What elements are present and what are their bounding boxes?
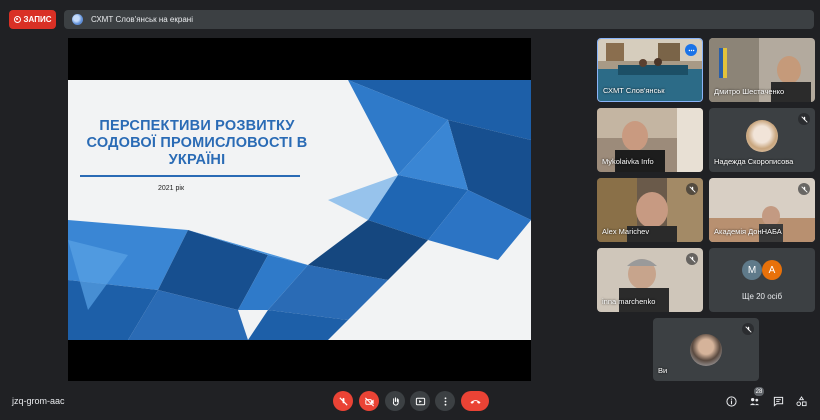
participant-tile[interactable]: inna marchenko bbox=[597, 248, 703, 312]
presenting-bar[interactable]: СХМТ Слов'янськ на екрані bbox=[64, 10, 814, 29]
participant-tile[interactable]: Надежда Скорописова bbox=[709, 108, 815, 172]
slide-divider bbox=[80, 175, 300, 177]
mic-off-icon bbox=[686, 183, 698, 195]
camera-toggle-button[interactable] bbox=[359, 391, 379, 411]
chat-icon bbox=[773, 396, 783, 407]
participant-name: Дмитро Шестаченко bbox=[714, 87, 785, 96]
avatar bbox=[690, 334, 722, 366]
presentation-stage[interactable]: ПЕРСПЕКТИВИ РОЗВИТКУ СОДОВОЇ ПРОМИСЛОВОС… bbox=[68, 38, 531, 381]
slide-year: 2021 рік bbox=[158, 185, 185, 192]
participant-name: Alex Marichev bbox=[602, 227, 650, 236]
meeting-code: jzq-grom-aac bbox=[12, 396, 65, 406]
avatar bbox=[746, 120, 778, 152]
participant-tile[interactable]: Alex Marichev bbox=[597, 178, 703, 242]
more-vert-icon bbox=[444, 396, 446, 406]
participant-tile[interactable]: Дмитро Шестаченко bbox=[709, 38, 815, 102]
mic-off-icon bbox=[338, 396, 348, 406]
avatar: M bbox=[742, 260, 762, 280]
participant-count-badge: 28 bbox=[754, 387, 764, 396]
raise-hand-button[interactable] bbox=[385, 391, 405, 411]
mic-toggle-button[interactable] bbox=[333, 391, 353, 411]
self-tile[interactable]: Ви bbox=[653, 318, 759, 381]
recording-indicator: ЗАПИС bbox=[9, 10, 56, 29]
mic-off-icon bbox=[798, 113, 810, 125]
presenter-avatar bbox=[72, 14, 83, 25]
info-icon bbox=[725, 395, 737, 407]
participant-name: СХМТ Слов'янськ bbox=[603, 86, 665, 95]
participant-tile[interactable]: СХМТ Слов'янськ bbox=[597, 38, 703, 102]
people-icon bbox=[749, 397, 759, 405]
leave-call-button[interactable] bbox=[461, 391, 489, 411]
more-participants-tile[interactable]: M A Ще 20 осіб bbox=[709, 248, 815, 312]
present-icon bbox=[415, 397, 425, 405]
more-participants-label: Ще 20 осіб bbox=[741, 292, 783, 301]
participant-tile[interactable]: Академія ДонНАБА bbox=[709, 178, 815, 242]
shared-slide: ПЕРСПЕКТИВИ РОЗВИТКУ СОДОВОЇ ПРОМИСЛОВОС… bbox=[68, 80, 531, 340]
participant-tile[interactable]: Mykolaivka Info bbox=[597, 108, 703, 172]
presenting-label: СХМТ Слов'янськ на екрані bbox=[91, 15, 193, 24]
hand-icon bbox=[392, 396, 399, 406]
present-screen-button[interactable] bbox=[410, 391, 430, 411]
participant-name: Ви bbox=[658, 366, 668, 375]
mic-off-icon bbox=[798, 183, 810, 195]
record-icon bbox=[13, 16, 21, 23]
people-button[interactable] bbox=[747, 394, 761, 408]
more-options-button[interactable] bbox=[435, 391, 455, 411]
camera-off-icon bbox=[364, 396, 374, 406]
activities-button[interactable] bbox=[794, 394, 808, 408]
meeting-details-button[interactable] bbox=[724, 394, 738, 408]
participant-name: Надежда Скорописова bbox=[714, 157, 794, 166]
more-avatars: M A bbox=[742, 260, 782, 280]
hangup-icon bbox=[469, 399, 481, 404]
participant-name: inna marchenko bbox=[602, 297, 656, 306]
avatar: A bbox=[762, 260, 782, 280]
chat-button[interactable] bbox=[771, 394, 785, 408]
mic-off-icon bbox=[742, 323, 754, 335]
participant-name: Mykolaivka Info bbox=[602, 157, 654, 166]
recording-label: ЗАПИС bbox=[23, 15, 52, 24]
more-options-icon[interactable] bbox=[685, 44, 697, 56]
activities-icon bbox=[795, 395, 807, 406]
slide-title: ПЕРСПЕКТИВИ РОЗВИТКУ СОДОВОЇ ПРОМИСЛОВОС… bbox=[86, 118, 308, 168]
participant-name: Академія ДонНАБА bbox=[714, 227, 782, 236]
mic-off-icon bbox=[686, 253, 698, 265]
